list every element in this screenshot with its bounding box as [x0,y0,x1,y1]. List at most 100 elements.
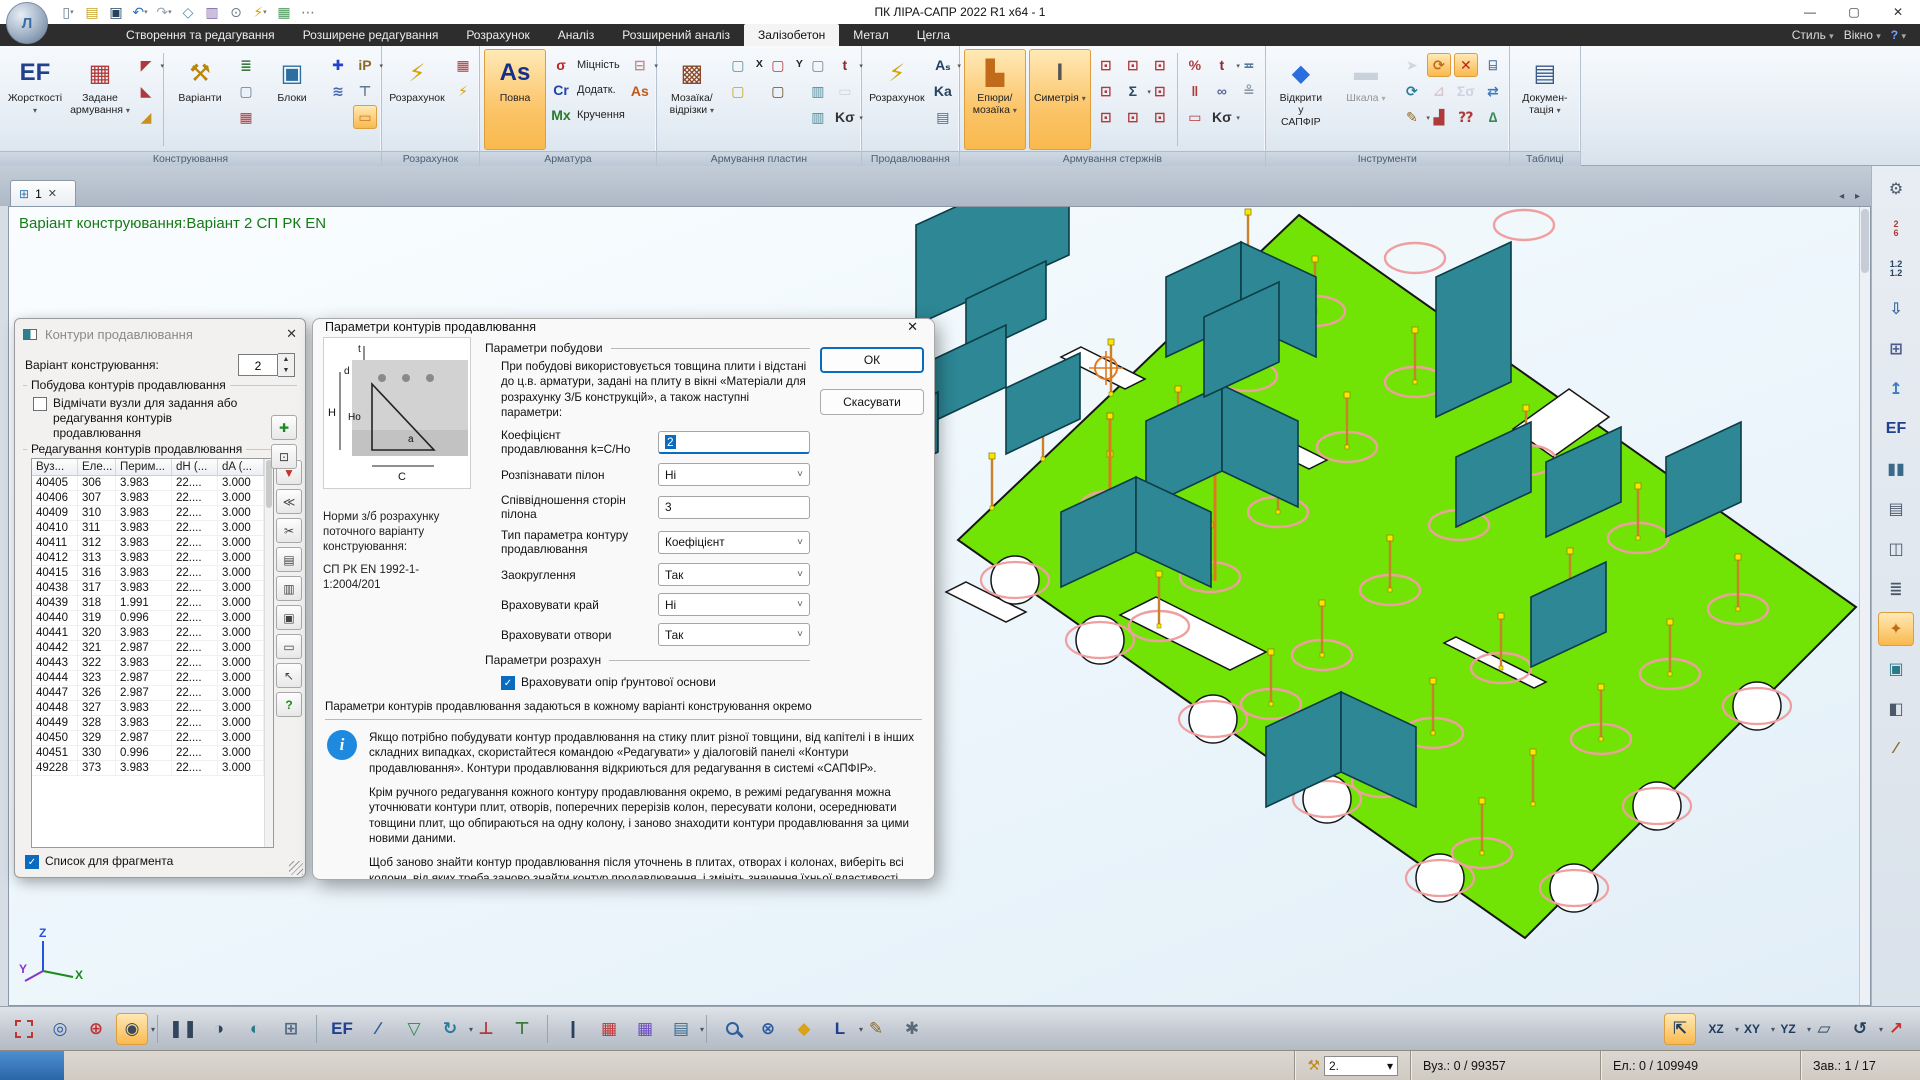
table-row[interactable]: 404483273.98322....3.000 [32,701,264,716]
table-row[interactable]: 404383173.98322....3.000 [32,581,264,596]
tab-Залізобетон[interactable]: Залізобетон [744,24,839,46]
redo-icon[interactable]: ↷ ▾ [154,2,174,22]
filter-icon[interactable]: ▽ [398,1013,430,1045]
tool-Kσ[interactable]: Kσ▾ [1210,105,1234,129]
ef-filter-icon[interactable]: EF [326,1013,358,1045]
rotate-icon[interactable]: ↻▾ [434,1013,466,1045]
close-button[interactable]: ✕ [1876,0,1920,24]
xz-view-icon[interactable]: XZ▾ [1700,1013,1732,1045]
tool-≖[interactable]: ≖ [1237,53,1261,77]
button-Жорсткості[interactable]: EFЖорсткості ▾ [4,49,66,150]
button-Розрахунок[interactable]: ⚡Розрахунок [866,49,928,150]
pause-icon[interactable]: ❚❚ [167,1013,199,1045]
tool-⊿[interactable]: ⊿ [1427,79,1451,103]
blank-button[interactable]: ▭ [276,634,302,659]
tab-Аналіз[interactable]: Аналіз [544,24,608,46]
soil-checkbox[interactable]: ✓ [501,676,515,690]
yz-view-icon[interactable]: YZ▾ [1772,1013,1804,1045]
document-tab-close-icon[interactable]: ✕ [48,187,57,200]
tool-⊡[interactable]: ⊡ [1094,105,1118,129]
tool-⊡[interactable]: ⊡ [1094,53,1118,77]
hammer-icon[interactable]: ⊤ [506,1013,538,1045]
button-Епюри/-мозаїка[interactable]: ▙Епюри/мозаїка ▾ [964,49,1026,150]
contours-table[interactable]: Вуз...Еле...Перим...dH (...dA (...404053… [31,458,274,848]
input-Тип параметра контуру продавлювання[interactable]: Коефіцієнт˅ [658,531,810,554]
variant-spinner[interactable]: 2 ▲▼ [238,353,295,377]
button-Розрахунок[interactable]: ⚡Розрахунок [386,49,448,150]
spin-up-icon[interactable]: ▲ [278,354,294,365]
paint-icon[interactable]: ◆ [788,1013,820,1045]
document-tab[interactable]: ⊞ 1 ✕ [10,180,76,206]
tool-✚[interactable]: ✚ [326,53,350,77]
table-row[interactable]: 404103113.98322....3.000 [32,521,264,536]
select-fragment-icon[interactable] [8,1013,40,1045]
dialog-header[interactable]: Параметри контурів продавлювання ✕ [313,319,934,335]
button-Варіанти[interactable]: ⚒Варіанти [169,49,231,150]
panel-icon[interactable]: ▣ [1878,652,1914,686]
button-Повна[interactable]: AsПовна [484,49,546,150]
button-Відкрити-у-САПФІР[interactable]: ◆ВідкритиуСАПФІР [1270,49,1332,150]
viewport-scrollbar[interactable] [1859,207,1870,1005]
tool-⚡[interactable]: ⚡ [451,79,475,103]
table-row[interactable]: 404513300.99622....3.000 [32,746,264,761]
maximize-button[interactable]: ▢ [1832,0,1876,24]
tool-⊤[interactable]: ⊤ [353,79,377,103]
table-row[interactable]: 404493283.98322....3.000 [32,716,264,731]
column-header[interactable]: Еле... [78,459,116,475]
tab-Розрахунок[interactable]: Розрахунок [452,24,543,46]
mark-nodes-checkbox[interactable] [33,397,47,411]
tool-⊡[interactable]: ⊡ [1148,105,1172,129]
locate-node-icon[interactable]: ◎ [44,1013,76,1045]
table-row[interactable]: 404403190.99622....3.000 [32,611,264,626]
button-Докумен--тація[interactable]: ▤Докумен-тація ▾ [1514,49,1576,150]
l-select-icon[interactable]: L▾ [824,1013,856,1045]
tool-Kσ[interactable]: Kσ▾ [833,105,857,129]
input-Враховувати край[interactable]: Ні˅ [658,593,810,616]
violet-table-icon[interactable]: ▦ [629,1013,661,1045]
column-header[interactable]: Вуз... [32,459,78,475]
show-fragment-icon[interactable]: ◉▾ [116,1013,148,1045]
invert-icon[interactable]: ◑ [203,1013,235,1045]
tool-▢[interactable]: ▢X [726,53,750,77]
chart-icon[interactable]: ▮▮ [1878,452,1914,486]
status-variant-combo[interactable]: ⚒ 2.▾ [1294,1051,1410,1080]
menu-Вікно[interactable]: Вікно ▾ [1840,28,1885,42]
pack-icon[interactable]: ⇩ [1878,292,1914,326]
tool-⊟[interactable]: ⊟▾ [628,53,652,77]
anchor-icon[interactable]: ⊥ [470,1013,502,1045]
list-icon[interactable]: ≣ [1878,572,1914,606]
tool-▥[interactable]: ▥ [806,105,830,129]
half-icon[interactable]: ◧ [1878,692,1914,726]
table-row[interactable]: 404443232.98722....3.000 [32,671,264,686]
table-row[interactable]: 404473262.98722....3.000 [32,686,264,701]
tab-Цегла[interactable]: Цегла [903,24,964,46]
projection-icon[interactable]: ▱ [1808,1013,1840,1045]
pencil-icon[interactable]: ✎ [860,1013,892,1045]
menu-Стиль[interactable]: Стиль ▾ [1788,28,1838,42]
column-header[interactable]: dH (... [172,459,218,475]
button-Блоки[interactable]: ▣Блоки [261,49,323,150]
cut-button[interactable]: ✂ [276,518,302,543]
tool-⊡[interactable]: ⊡ [1094,79,1118,103]
polyline-icon[interactable]: ∕ [362,1013,394,1045]
tool-Σσ[interactable]: Σσ [1454,79,1478,103]
fragment-checkbox[interactable]: ✓ [25,855,39,869]
save-icon[interactable]: ▣ [106,2,126,22]
soil-checkbox-row[interactable]: ✓ Враховувати опір ґрунтової основи [485,671,810,694]
tool-Ka[interactable]: Ka [931,79,955,103]
zoom-icon[interactable] [716,1013,748,1045]
tool-◢[interactable]: ◢ [134,105,158,129]
tool-⊡[interactable]: ⊡ [1148,53,1172,77]
tab-Метал[interactable]: Метал [839,24,902,46]
variant-value[interactable]: 2 [238,354,278,376]
tool-➤[interactable]: ➤ [1400,53,1424,77]
pick-button[interactable]: ↖ [276,663,302,688]
tool-▭[interactable]: ▭ [1183,105,1207,129]
button-Мозаїка/-відрізки[interactable]: ▩Мозаїка/відрізки ▾ [661,49,723,150]
tool-▤[interactable]: ▤ [931,105,955,129]
tool-‖[interactable]: ‖ [1183,79,1207,103]
rotate-view-icon[interactable]: ↺▾ [1844,1013,1876,1045]
add-contour-button[interactable]: ✚ [271,415,297,440]
tool-t[interactable]: t▾ [1210,53,1234,77]
stack-button[interactable]: ▣ [276,605,302,630]
